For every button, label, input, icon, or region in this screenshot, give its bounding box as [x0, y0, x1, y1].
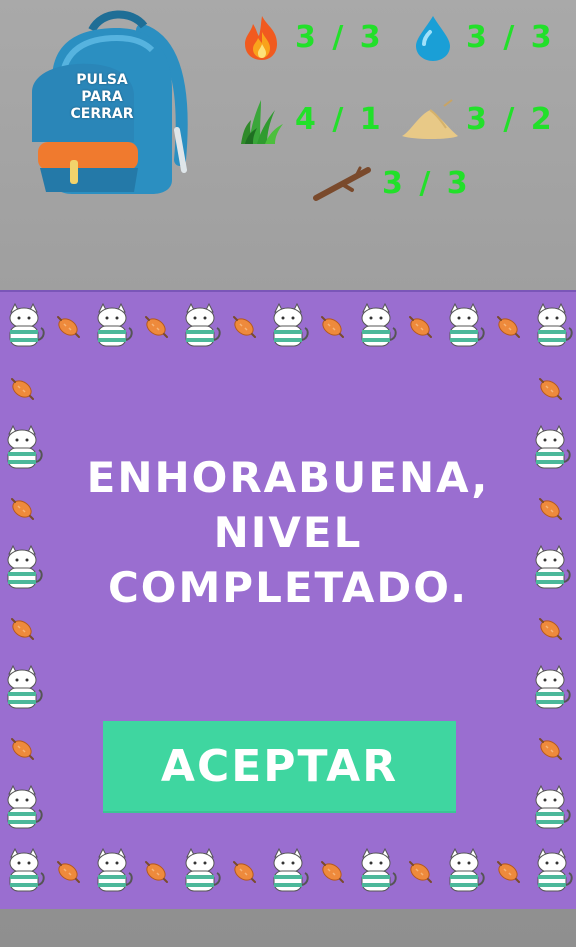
resource-stick: 3 / 3 [312, 160, 472, 208]
striped-cat-icon [535, 664, 571, 709]
sausage-treat-icon [496, 861, 520, 883]
accept-button[interactable]: ACEPTAR [103, 721, 456, 813]
striped-cat-icon [185, 302, 221, 347]
sausage-treat-icon [496, 316, 520, 338]
striped-cat-icon [185, 847, 221, 892]
resource-grass-count: 4 / 1 [295, 102, 384, 137]
striped-cat-icon [97, 847, 133, 892]
striped-cat-icon [537, 847, 573, 892]
striped-cat-icon [7, 784, 43, 829]
striped-cat-icon [449, 847, 485, 892]
water-drop-icon [416, 16, 450, 61]
level-complete-message: ENHORABUENA, NIVEL COMPLETADO. [86, 453, 490, 612]
striped-cat-icon [273, 847, 309, 892]
sausage-treat-icon [233, 316, 257, 338]
sausage-treat-icon [408, 861, 432, 883]
sausage-treat-icon [408, 316, 432, 338]
sausage-treat-icon [11, 738, 34, 760]
sausage-treat-icon [539, 738, 562, 760]
grass-icon [241, 100, 283, 144]
resource-water: 3 / 3 [408, 14, 558, 62]
sausage-treat-icon [320, 316, 344, 338]
striped-cat-icon [97, 302, 133, 347]
sausage-treat-icon [539, 618, 562, 640]
sausage-treat-icon [145, 316, 169, 338]
fire-icon [245, 16, 277, 60]
sausage-treat-icon [57, 316, 81, 338]
sausage-treat-icon [11, 378, 34, 400]
accept-button-label: ACEPTAR [160, 741, 399, 792]
sausage-treat-icon [233, 861, 257, 883]
striped-cat-icon [537, 302, 573, 347]
striped-cat-icon [535, 784, 571, 829]
sausage-treat-icon [320, 861, 344, 883]
striped-cat-icon [361, 847, 397, 892]
resource-sand: 3 / 2 [400, 96, 560, 144]
striped-cat-icon [273, 302, 309, 347]
backpack-button[interactable]: PULSA PARA CERRAR [22, 10, 192, 200]
striped-cat-icon [361, 302, 397, 347]
sausage-treat-icon [539, 378, 562, 400]
striped-cat-icon [449, 302, 485, 347]
resource-grass: 4 / 1 [237, 96, 387, 144]
striped-cat-icon [9, 302, 46, 347]
sausage-treat-icon [145, 861, 169, 883]
backpack-close-hint: PULSA PARA CERRAR [70, 72, 134, 122]
striped-cat-icon [7, 664, 43, 709]
resource-water-count: 3 / 3 [466, 20, 555, 55]
sausage-treat-icon [57, 861, 81, 883]
resource-stick-count: 3 / 3 [382, 166, 471, 201]
stick-icon [313, 166, 371, 201]
resource-fire: 3 / 3 [237, 14, 387, 62]
sand-pile-icon [402, 99, 458, 139]
resource-sand-count: 3 / 2 [466, 102, 555, 137]
resource-fire-count: 3 / 3 [295, 20, 384, 55]
striped-cat-icon [9, 847, 46, 892]
border-top [0, 302, 576, 350]
inventory-bar: PULSA PARA CERRAR 3 / 3 3 / 3 4 / 1 3 / … [0, 0, 576, 290]
border-bottom [0, 847, 576, 895]
sausage-treat-icon [11, 618, 34, 640]
